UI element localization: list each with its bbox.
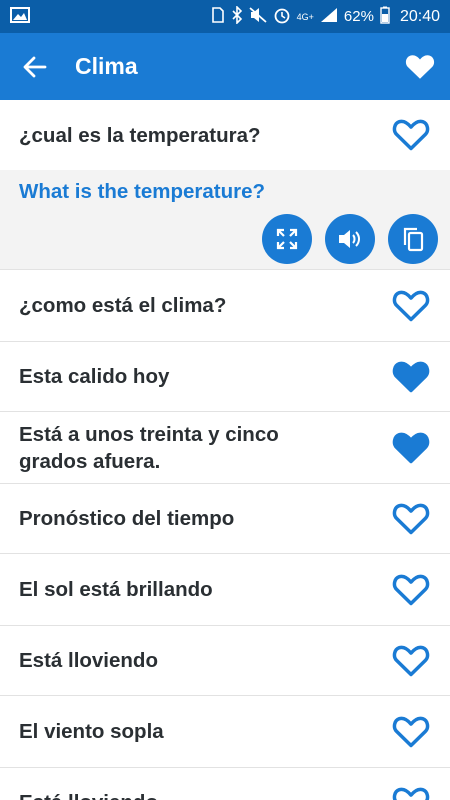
network-label: 4G+: [296, 11, 314, 22]
heart-outline-icon[interactable]: [392, 715, 430, 749]
heart-outline-icon[interactable]: [392, 502, 430, 536]
back-button[interactable]: [0, 33, 70, 100]
mute-icon: [249, 6, 267, 27]
phrase-text: Esta calido hoy: [19, 365, 170, 388]
translation-panel: What is the temperature?: [0, 170, 450, 270]
translation-text: What is the temperature?: [19, 180, 266, 203]
heart-filled-icon[interactable]: [392, 431, 430, 465]
fullscreen-button[interactable]: [262, 214, 312, 264]
heart-outline-icon[interactable]: [392, 786, 430, 800]
phrase-text: Está lloviendo: [19, 789, 158, 800]
list-item[interactable]: El sol está brillando: [0, 554, 450, 626]
clock: 20:40: [399, 7, 440, 25]
battery-percent: 62%: [343, 8, 374, 25]
battery-icon: [380, 6, 390, 28]
list-item[interactable]: Pronóstico del tiempo: [0, 484, 450, 554]
heart-filled-icon[interactable]: [392, 360, 430, 394]
phrase-text: Pronóstico del tiempo: [19, 507, 235, 530]
bluetooth-icon: [231, 4, 243, 28]
heart-outline-icon[interactable]: [392, 289, 430, 323]
list-item[interactable]: ¿cual es la temperatura?: [0, 100, 450, 170]
list-item[interactable]: ¿como está el clima?: [0, 270, 450, 342]
signal-icon: [320, 7, 338, 27]
alarm-icon: [273, 6, 291, 28]
heart-outline-icon[interactable]: [392, 573, 430, 607]
heart-filled-icon: [405, 54, 435, 79]
fullscreen-icon: [276, 228, 298, 250]
phrase-text: Está lloviendo: [19, 649, 158, 672]
phrase-text: Está a unos treinta y cinco grados afuer…: [19, 422, 279, 473]
speak-button[interactable]: [325, 214, 375, 264]
copy-icon: [403, 227, 424, 252]
arrow-left-icon: [23, 56, 47, 77]
list-item[interactable]: Está a unos treinta y cinco grados afuer…: [0, 412, 450, 484]
heart-outline-icon[interactable]: [392, 118, 430, 152]
image-icon: [10, 6, 30, 27]
phrase-text: El viento sopla: [19, 720, 164, 743]
heart-outline-icon[interactable]: [392, 644, 430, 678]
speaker-icon: [339, 230, 360, 248]
sim-icon: [211, 6, 225, 27]
list-item[interactable]: El viento sopla: [0, 696, 450, 768]
action-buttons: [262, 214, 438, 264]
status-bar: 4G+ 62% 20:40: [0, 0, 450, 33]
phrase-text: ¿cual es la temperatura?: [19, 123, 261, 147]
page-title: Clima: [75, 53, 138, 79]
phrase-text: El sol está brillando: [19, 578, 213, 601]
list-item[interactable]: Está lloviendo: [0, 626, 450, 696]
list-item[interactable]: Esta calido hoy: [0, 342, 450, 412]
phrase-text: ¿como está el clima?: [19, 294, 227, 317]
phrase-list: ¿cual es la temperatura? What is the tem…: [0, 100, 450, 800]
favorites-button[interactable]: [390, 33, 450, 100]
list-item[interactable]: Está lloviendo: [0, 768, 450, 800]
copy-button[interactable]: [388, 214, 438, 264]
app-bar: Clima: [0, 33, 450, 100]
